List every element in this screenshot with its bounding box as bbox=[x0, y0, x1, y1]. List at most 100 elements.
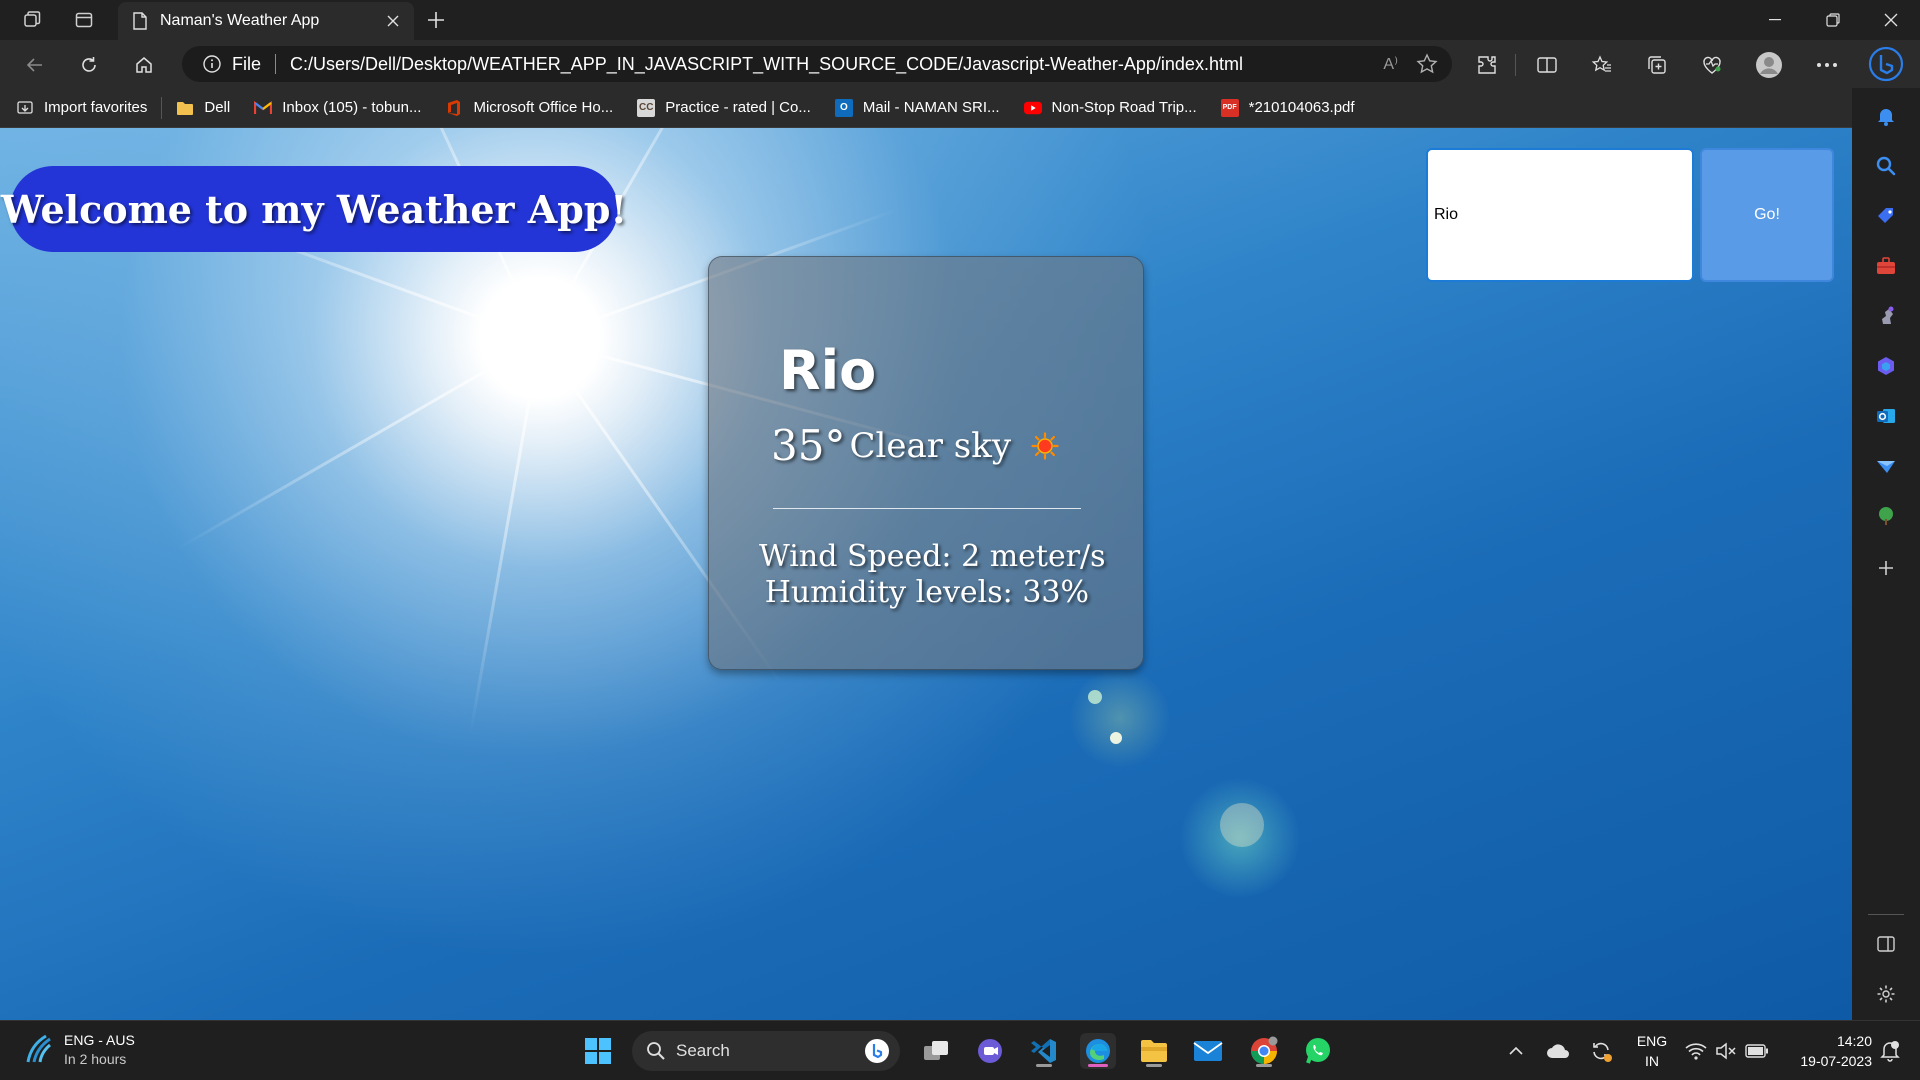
bookmark-label: *210104063.pdf bbox=[1248, 99, 1355, 116]
games-icon[interactable] bbox=[1872, 302, 1900, 330]
sidebar-settings-gear-icon[interactable] bbox=[1872, 980, 1900, 1008]
chrome-icon[interactable] bbox=[1246, 1033, 1282, 1069]
microsoft-365-icon[interactable] bbox=[1872, 352, 1900, 380]
bookmark-label: Microsoft Office Ho... bbox=[473, 99, 614, 116]
weather-summary: 35° Clear sky bbox=[771, 421, 1059, 470]
browser-essentials-icon[interactable] bbox=[1697, 50, 1727, 80]
folder-icon bbox=[176, 99, 194, 117]
tools-icon[interactable] bbox=[1872, 252, 1900, 280]
clock[interactable]: 14:20 19-07-2023 bbox=[1782, 1031, 1872, 1071]
bookmark-label: Dell bbox=[204, 99, 231, 116]
teams-chat-icon[interactable] bbox=[972, 1033, 1008, 1069]
tab-active[interactable]: Naman's Weather App bbox=[118, 2, 414, 40]
city-search-input[interactable] bbox=[1426, 148, 1694, 282]
input-language-indicator[interactable]: ENG IN bbox=[1632, 1031, 1672, 1071]
whatsapp-icon[interactable] bbox=[1300, 1033, 1336, 1069]
file-explorer-icon[interactable] bbox=[1136, 1033, 1172, 1069]
read-aloud-icon[interactable]: A⁾ bbox=[1383, 54, 1398, 74]
cricket-icon bbox=[26, 1034, 51, 1063]
clock-date: 19-07-2023 bbox=[1800, 1053, 1872, 1069]
running-indicator bbox=[1036, 1064, 1052, 1067]
tab-actions-icon[interactable] bbox=[70, 6, 98, 34]
sync-status-icon[interactable] bbox=[1586, 1033, 1616, 1069]
windows-start-icon[interactable] bbox=[580, 1033, 616, 1069]
tree-icon[interactable] bbox=[1872, 502, 1900, 530]
bookmark-codechef[interactable]: CC Practice - rated | Co... bbox=[637, 98, 811, 117]
mail-icon[interactable] bbox=[1190, 1033, 1226, 1069]
bookmark-label: Non-Stop Road Trip... bbox=[1051, 99, 1197, 116]
bookmark-import-favorites[interactable]: Import favorites bbox=[16, 99, 147, 117]
city-name: Rio bbox=[779, 339, 877, 402]
add-sidebar-app-icon[interactable] bbox=[1872, 554, 1900, 582]
card-divider bbox=[773, 508, 1081, 509]
youtube-icon bbox=[1023, 99, 1042, 117]
refresh-icon[interactable] bbox=[72, 48, 106, 82]
home-icon[interactable] bbox=[127, 48, 161, 82]
info-icon[interactable] bbox=[202, 54, 222, 74]
restore-icon[interactable] bbox=[1804, 0, 1862, 40]
bing-chat-icon[interactable] bbox=[1868, 44, 1904, 84]
office-icon bbox=[445, 99, 463, 117]
running-indicator bbox=[1256, 1064, 1272, 1067]
bookmark-gmail[interactable]: Inbox (105) - tobun... bbox=[254, 99, 421, 117]
go-button[interactable]: Go! bbox=[1700, 148, 1834, 282]
weather-description: Clear sky bbox=[849, 425, 1012, 466]
wifi-icon[interactable] bbox=[1682, 1033, 1710, 1069]
extensions-icon[interactable] bbox=[1472, 50, 1502, 80]
search-icon[interactable] bbox=[1872, 152, 1900, 180]
sidebar-divider bbox=[1868, 914, 1904, 915]
favorites-icon[interactable] bbox=[1587, 50, 1617, 80]
close-tab-icon[interactable] bbox=[382, 10, 404, 32]
taskbar-weather-widget[interactable]: ENG - AUS In 2 hours bbox=[24, 1031, 135, 1069]
bookmark-label: Mail - NAMAN SRI... bbox=[862, 99, 1000, 116]
workspaces-icon[interactable] bbox=[18, 6, 46, 34]
notifications-bell-icon[interactable] bbox=[1872, 102, 1900, 130]
bookmark-youtube[interactable]: Non-Stop Road Trip... bbox=[1023, 99, 1197, 117]
gmail-icon bbox=[254, 99, 273, 117]
codechef-icon: CC bbox=[637, 98, 656, 117]
outlook-icon: O bbox=[834, 98, 853, 117]
tab-title: Naman's Weather App bbox=[160, 12, 320, 29]
more-options-icon[interactable] bbox=[1812, 50, 1842, 80]
back-icon[interactable] bbox=[18, 48, 52, 82]
speaker-muted-icon[interactable] bbox=[1712, 1033, 1740, 1069]
lens-flare bbox=[1220, 803, 1264, 847]
onedrive-cloud-icon[interactable] bbox=[1544, 1033, 1572, 1069]
battery-icon[interactable] bbox=[1742, 1033, 1772, 1069]
minimize-icon[interactable] bbox=[1746, 0, 1804, 40]
taskbar-search-label: Search bbox=[676, 1041, 730, 1060]
edge-taskbar-icon[interactable] bbox=[1080, 1033, 1116, 1069]
profile-avatar-icon[interactable] bbox=[1754, 50, 1784, 80]
address-url[interactable]: C:/Users/Dell/Desktop/WEATHER_APP_IN_JAV… bbox=[290, 54, 1383, 75]
wind-speed: Wind Speed: 2 meter/s bbox=[759, 539, 1106, 574]
task-view-icon[interactable] bbox=[918, 1033, 954, 1069]
bookmarks-divider bbox=[161, 96, 163, 119]
outlook-icon[interactable] bbox=[1872, 402, 1900, 430]
bookmark-office[interactable]: Microsoft Office Ho... bbox=[445, 99, 613, 117]
welcome-heading: Welcome to my Weather App! bbox=[0, 186, 628, 232]
bookmark-label: Practice - rated | Co... bbox=[665, 99, 811, 116]
notification-center-icon[interactable] bbox=[1876, 1033, 1904, 1069]
vscode-icon[interactable] bbox=[1026, 1033, 1062, 1069]
pdf-icon: PDF bbox=[1220, 98, 1239, 117]
bookmark-dell[interactable]: Dell bbox=[176, 99, 230, 117]
drop-send-icon[interactable] bbox=[1872, 452, 1900, 480]
running-indicator bbox=[1146, 1064, 1162, 1067]
collections-icon[interactable] bbox=[1642, 50, 1672, 80]
address-bar[interactable]: File C:/Users/Dell/Desktop/WEATHER_APP_I… bbox=[182, 46, 1452, 82]
sun-icon bbox=[1031, 431, 1059, 460]
bookmark-outlook-mail[interactable]: O Mail - NAMAN SRI... bbox=[834, 98, 1000, 117]
bookmark-pdf[interactable]: PDF *210104063.pdf bbox=[1220, 98, 1355, 117]
show-hidden-icons-chevron-icon[interactable] bbox=[1504, 1033, 1528, 1069]
sun-ray bbox=[469, 339, 542, 734]
split-screen-icon[interactable] bbox=[1532, 50, 1562, 80]
favorite-star-icon[interactable] bbox=[1416, 53, 1438, 75]
taskbar-search-box[interactable]: Search bbox=[632, 1031, 900, 1071]
new-tab-icon[interactable] bbox=[422, 6, 450, 34]
widget-title: ENG - AUS bbox=[64, 1032, 135, 1048]
shopping-tag-icon[interactable] bbox=[1872, 202, 1900, 230]
close-window-icon[interactable] bbox=[1862, 0, 1920, 40]
region-code: IN bbox=[1645, 1053, 1659, 1069]
hide-sidebar-icon[interactable] bbox=[1872, 930, 1900, 958]
lens-flare bbox=[1110, 732, 1122, 744]
